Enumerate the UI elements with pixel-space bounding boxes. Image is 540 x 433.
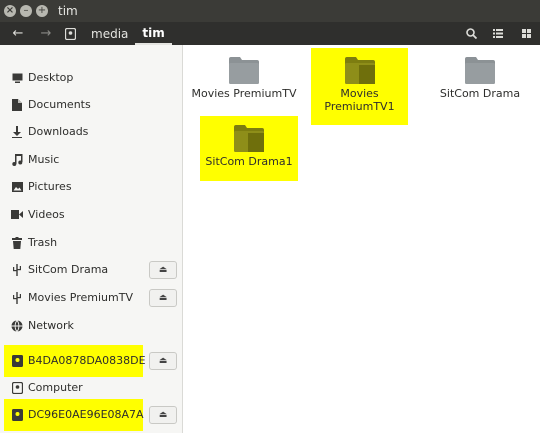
minimize-window-button[interactable]: – <box>20 5 32 17</box>
eject-button[interactable]: ⏏ <box>149 405 177 424</box>
sidebar-item-desktop[interactable]: Desktop <box>0 64 182 91</box>
drive-icon <box>11 354 23 367</box>
grid-view-button[interactable] <box>512 22 540 45</box>
drive-icon <box>64 27 76 40</box>
documents-icon <box>11 98 23 111</box>
eject-icon: ⏏ <box>158 409 168 420</box>
list-view-icon <box>493 29 503 38</box>
sidebar-item-label: Documents <box>28 98 91 111</box>
videos-icon <box>11 209 23 221</box>
desktop-icon <box>11 72 23 84</box>
sidebar-item-music[interactable]: Music <box>0 146 182 173</box>
folder-sitcom-drama1[interactable]: SitCom Drama1 <box>200 125 298 168</box>
sidebar-item-label: Videos <box>28 208 65 221</box>
sidebar-item-label: Desktop <box>28 71 74 84</box>
arrow-left-icon: ← <box>12 26 24 41</box>
eject-button[interactable]: ⏏ <box>149 351 177 370</box>
folder-label: Movies PremiumTV <box>191 87 297 100</box>
close-window-button[interactable]: × <box>4 5 16 17</box>
usb-icon <box>11 263 23 276</box>
search-icon <box>465 28 477 39</box>
sidebar-item-label: Computer <box>28 381 83 394</box>
folder-icon <box>229 57 259 84</box>
sidebar-item-dc96e0ae96e08a7a[interactable]: DC96E0AE96E08A7A ⏏ <box>0 401 182 428</box>
folder-label: Movies PremiumTV1 <box>324 87 395 113</box>
folder-icon <box>234 125 264 152</box>
sidebar-item-movies-premiumtv[interactable]: Movies PremiumTV ⏏ <box>0 284 182 311</box>
sidebar-item-label: DC96E0AE96E08A7A <box>28 408 144 421</box>
downloads-icon <box>11 125 23 138</box>
title-bar: × – + tim <box>0 0 540 22</box>
usb-icon <box>11 291 23 304</box>
window-title: tim <box>58 4 78 18</box>
trash-icon <box>11 236 23 249</box>
sidebar-item-label: Pictures <box>28 180 72 193</box>
music-icon <box>11 153 23 166</box>
location-toggle-button[interactable] <box>56 22 84 45</box>
list-view-button[interactable] <box>484 22 512 45</box>
file-view: Movies PremiumTV Movies PremiumTV1 SitCo… <box>184 45 540 433</box>
folder-label: SitCom Drama <box>439 87 521 100</box>
eject-button[interactable]: ⏏ <box>149 260 177 279</box>
folder-icon <box>344 57 375 84</box>
sidebar-item-label: SitCom Drama <box>28 263 109 276</box>
sidebar-item-pictures[interactable]: Pictures <box>0 173 182 200</box>
sidebar-item-computer[interactable]: Computer <box>0 374 182 401</box>
toolbar: ← → media tim <box>0 22 540 45</box>
folder-label: SitCom Drama1 <box>205 155 293 168</box>
breadcrumb-media[interactable]: media <box>84 22 135 45</box>
sidebar-item-label: B4DA0878DA0838DE <box>28 354 146 367</box>
sidebar-item-label: Movies PremiumTV <box>28 291 133 304</box>
sidebar-item-trash[interactable]: Trash <box>0 229 182 256</box>
sidebar-item-downloads[interactable]: Downloads <box>0 118 182 145</box>
arrow-right-icon: → <box>40 26 52 41</box>
folder-movies-premiumtv[interactable]: Movies PremiumTV <box>190 57 298 100</box>
maximize-window-button[interactable]: + <box>36 5 48 17</box>
grid-view-icon <box>521 29 531 38</box>
eject-icon: ⏏ <box>158 264 168 275</box>
eject-icon: ⏏ <box>158 355 168 366</box>
sidebar-item-documents[interactable]: Documents <box>0 91 182 118</box>
sidebar-item-sitcom-drama[interactable]: SitCom Drama ⏏ <box>0 256 182 283</box>
pictures-icon <box>11 181 23 193</box>
sidebar: Desktop Documents Downloads Music Pictur… <box>0 45 183 433</box>
folder-sitcom-drama[interactable]: SitCom Drama <box>428 57 532 100</box>
sidebar-item-label: Downloads <box>28 125 89 138</box>
sidebar-item-b4da0878da0838de[interactable]: B4DA0878DA0838DE ⏏ <box>0 347 182 374</box>
sidebar-item-label: Network <box>28 319 74 332</box>
breadcrumb-tim[interactable]: tim <box>135 22 172 45</box>
eject-icon: ⏏ <box>158 292 168 303</box>
eject-button[interactable]: ⏏ <box>149 288 177 307</box>
forward-button[interactable]: → <box>36 22 56 45</box>
back-button[interactable]: ← <box>0 22 36 45</box>
network-icon <box>11 319 23 332</box>
sidebar-item-videos[interactable]: Videos <box>0 201 182 228</box>
search-button[interactable] <box>458 22 484 45</box>
computer-icon <box>11 381 23 394</box>
folder-icon <box>465 57 495 84</box>
drive-icon <box>11 408 23 421</box>
folder-movies-premiumtv1[interactable]: Movies PremiumTV1 <box>311 57 408 113</box>
sidebar-item-network[interactable]: Network <box>0 312 182 339</box>
sidebar-item-label: Trash <box>28 236 58 249</box>
sidebar-item-label: Music <box>28 153 60 166</box>
